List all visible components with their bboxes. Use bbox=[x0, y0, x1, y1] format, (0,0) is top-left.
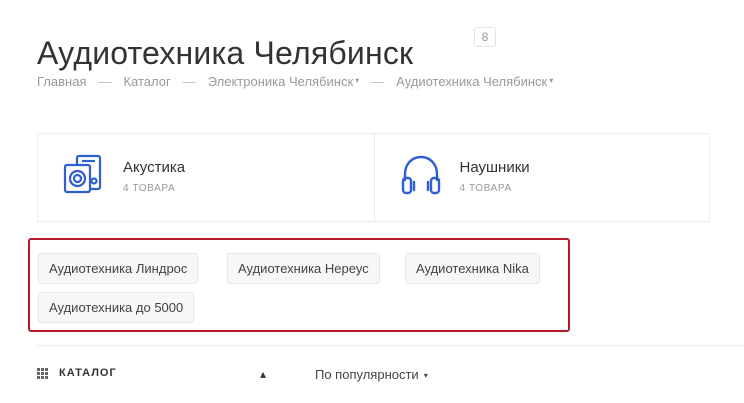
subcategory-headphones[interactable]: Наушники 4 ТОВАРА bbox=[373, 134, 710, 221]
breadcrumb-home[interactable]: Главная bbox=[37, 74, 86, 89]
breadcrumb-electronics[interactable]: Электроника Челябинск bbox=[208, 74, 353, 89]
subcategory-count: 4 ТОВАРА bbox=[123, 183, 176, 194]
speaker-icon bbox=[63, 154, 102, 194]
subcategory-name: Наушники bbox=[459, 159, 530, 176]
sort-dropdown[interactable]: По популярности ▾ bbox=[315, 367, 428, 382]
chevron-up-icon[interactable]: ▴ bbox=[260, 367, 266, 381]
sort-label: По популярности bbox=[315, 367, 419, 382]
tag-link-under-5000[interactable]: Аудиотехника до 5000 bbox=[38, 292, 195, 323]
breadcrumb: Главная — Каталог — Электроника Челябинс… bbox=[37, 74, 553, 89]
subcategory-count: 4 ТОВАРА bbox=[459, 183, 512, 194]
page-title: Аудиотехника Челябинск bbox=[37, 35, 414, 72]
catalog-label: КАТАЛОГ bbox=[59, 367, 117, 379]
subcategory-grid: Акустика 4 ТОВАРА Наушники 4 ТОВАРА bbox=[37, 133, 710, 222]
subcategory-name: Акустика bbox=[123, 159, 186, 176]
headphones-icon bbox=[401, 155, 440, 195]
product-count-badge: 8 bbox=[474, 27, 496, 47]
breadcrumb-audio[interactable]: Аудиотехника Челябинск bbox=[396, 74, 547, 89]
chevron-down-icon: ▾ bbox=[423, 371, 428, 380]
catalog-toggle[interactable]: КАТАЛОГ bbox=[37, 367, 117, 379]
tag-link-nereus[interactable]: Аудиотехника Нереус bbox=[227, 253, 380, 284]
subcategory-acoustics[interactable]: Акустика 4 ТОВАРА bbox=[38, 134, 374, 221]
tag-link-nika[interactable]: Аудиотехника Nika bbox=[405, 253, 540, 284]
tag-link-lindros[interactable]: Аудиотехника Линдрос bbox=[38, 253, 199, 284]
grid-icon bbox=[37, 367, 48, 379]
chevron-down-icon[interactable]: ▾ bbox=[549, 76, 553, 85]
breadcrumb-separator: — bbox=[371, 74, 385, 89]
breadcrumb-separator: — bbox=[182, 74, 196, 89]
breadcrumb-catalog[interactable]: Каталог bbox=[123, 74, 170, 89]
breadcrumb-separator: — bbox=[98, 74, 112, 89]
section-divider bbox=[37, 345, 744, 346]
chevron-down-icon[interactable]: ▾ bbox=[355, 76, 359, 85]
